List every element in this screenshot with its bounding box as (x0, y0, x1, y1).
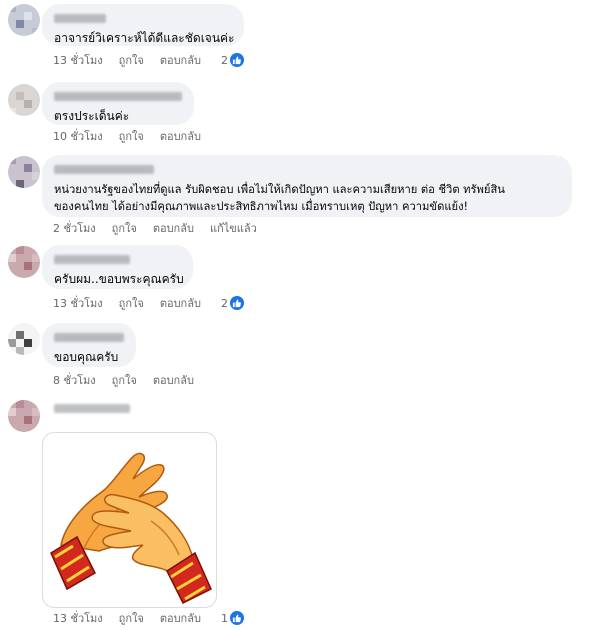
author-name[interactable] (54, 165, 154, 174)
comment-text-line: ของคนไทย ได้อย่างมีคุณภาพและประสิทธิภาพไ… (54, 200, 469, 213)
reply-button[interactable]: ตอบกลับ (160, 294, 201, 312)
reply-button[interactable]: ตอบกลับ (153, 219, 194, 237)
avatar[interactable] (8, 84, 40, 116)
edited-label[interactable]: แก้ไขแล้ว (210, 219, 257, 237)
like-button[interactable]: ถูกใจ (119, 51, 144, 69)
reply-button[interactable]: ตอบกลับ (160, 609, 201, 627)
like-button[interactable]: ถูกใจ (119, 609, 144, 627)
clapping-hands-icon (50, 452, 212, 605)
reaction-count[interactable]: 1 (221, 611, 260, 625)
comment-bubble: ตรงประเด็นค่ะ (42, 82, 194, 125)
comment-bubble: อาจารย์วิเคราะห์ได้ดีและชัดเจนค่ะ (42, 4, 244, 46)
avatar[interactable] (8, 156, 40, 188)
avatar[interactable] (8, 323, 40, 355)
timestamp[interactable]: 10 ชั่วโมง (53, 127, 103, 145)
author-name[interactable] (54, 333, 124, 342)
timestamp[interactable]: 13 ชั่วโมง (53, 51, 103, 69)
reaction-count[interactable]: 2 (221, 53, 260, 67)
like-button[interactable]: ถูกใจ (112, 219, 137, 237)
thumbs-up-icon (229, 611, 244, 625)
comment-bubble: หน่วยงานรัฐของไทยที่ดูแล รับผิดชอบ เพื่อ… (42, 155, 572, 217)
thumbs-up-icon (229, 53, 244, 67)
timestamp[interactable]: 13 ชั่วโมง (53, 294, 103, 312)
avatar[interactable] (8, 4, 40, 36)
avatar[interactable] (8, 400, 40, 432)
author-name[interactable] (54, 92, 182, 101)
comment-text: ขอบคุณครับ (54, 350, 119, 364)
avatar[interactable] (8, 246, 40, 278)
timestamp[interactable]: 2 ชั่วโมง (53, 219, 96, 237)
comment-text: ตรงประเด็นค่ะ (54, 109, 130, 123)
thumbs-up-icon (229, 296, 244, 310)
comment-bubble: ครับผม..ขอบพระคุณครับ (42, 245, 193, 289)
like-button[interactable]: ถูกใจ (119, 127, 144, 145)
clapping-hands-sticker[interactable] (42, 432, 217, 608)
author-name[interactable] (54, 255, 130, 264)
reply-button[interactable]: ตอบกลับ (160, 51, 201, 69)
timestamp[interactable]: 13 ชั่วโมง (53, 609, 103, 627)
comment-text: อาจารย์วิเคราะห์ได้ดีและชัดเจนค่ะ (54, 31, 235, 45)
comment-text-line: หน่วยงานรัฐของไทยที่ดูแล รับผิดชอบ เพื่อ… (54, 183, 505, 196)
reply-button[interactable]: ตอบกลับ (160, 127, 201, 145)
comment-bubble: ขอบคุณครับ (42, 323, 136, 367)
comment-text: ครับผม..ขอบพระคุณครับ (54, 272, 184, 286)
like-button[interactable]: ถูกใจ (112, 371, 137, 389)
author-name[interactable] (54, 404, 130, 413)
author-name[interactable] (54, 14, 106, 23)
reaction-count[interactable]: 2 (221, 296, 260, 310)
timestamp[interactable]: 8 ชั่วโมง (53, 371, 96, 389)
reply-button[interactable]: ตอบกลับ (153, 371, 194, 389)
like-button[interactable]: ถูกใจ (119, 294, 144, 312)
